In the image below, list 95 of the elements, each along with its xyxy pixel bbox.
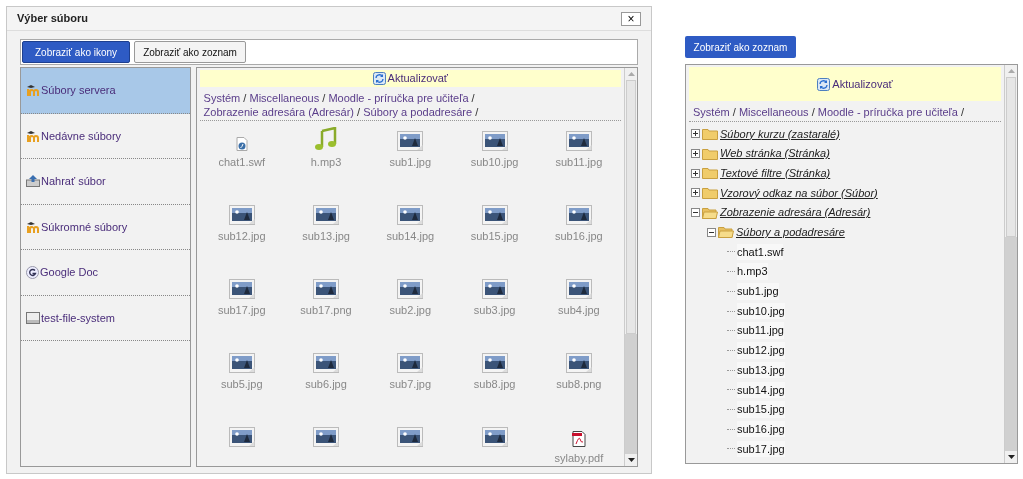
folder-icon [702,167,718,180]
image-file-icon [565,204,592,225]
sidebar-item[interactable]: test-file-system [21,295,190,341]
moodle-icon [26,84,40,97]
drive-icon [26,311,40,324]
image-file-icon [313,352,339,373]
image-file-icon [228,352,255,373]
file-item[interactable]: sub13.jpg [737,361,785,379]
file-item[interactable]: sub12.jpg [737,342,785,359]
close-button[interactable]: × [621,11,641,26]
file-item[interactable]: sub11.jpg [737,322,784,339]
folder-link[interactable]: Zobrazenie adresára (Adresár) [720,204,871,221]
image-file-icon [228,426,255,447]
image-file-icon [481,352,508,373]
music-note-icon [314,126,338,151]
breadcrumb-link[interactable]: Moodle - príručka pre učiteľa [328,91,469,104]
path-separator: / [322,91,326,104]
refresh-icon [817,77,831,91]
open-folder-icon [718,226,734,239]
moodle-icon [26,129,40,142]
file-item[interactable]: sub1.jpg [737,283,779,300]
image-file-icon [397,278,424,299]
breadcrumb-link[interactable]: Zobrazenie adresára (Adresár) [203,105,354,118]
view-button[interactable]: Zobraziť ako ikony [22,41,131,63]
file-item[interactable]: chat1.swf [737,243,784,261]
scrollbar[interactable] [624,68,637,466]
breadcrumb-link[interactable]: Moodle - príručka pre učiteľa [817,106,958,118]
flash-file-icon [235,136,248,151]
image-file-icon [313,426,339,447]
path-separator: / [811,106,815,118]
file-item[interactable]: sub10.jpg [737,302,785,320]
collapse-icon[interactable] [691,208,700,218]
breadcrumb-link[interactable]: Súbory a podadresáre [363,105,473,118]
folder-link[interactable]: Vzorový odkaz na súbor (Súbor) [720,184,878,202]
folder-icon [702,186,718,199]
breadcrumb-link[interactable]: Miscellaneous [249,91,320,104]
image-file-icon [313,204,339,225]
file-item[interactable]: sub15.jpg [737,401,785,418]
folder-link[interactable]: Web stránka (Stránka) [720,145,830,162]
image-file-icon [397,426,424,447]
file-item[interactable]: sub14.jpg [737,381,785,399]
path-separator: / [732,106,736,118]
path-separator: / [475,105,479,118]
sidebar-item[interactable]: Súbory servera [21,68,190,114]
view-as-list-button[interactable]: Zobraziť ako zoznam [685,36,796,58]
google-icon [26,265,39,279]
breadcrumb-link[interactable]: Systém [203,91,241,104]
image-file-icon [481,278,508,299]
collapse-icon[interactable] [707,227,716,237]
window-title: Výber súboru [17,11,88,27]
breadcrumb-link[interactable]: Miscellaneous [738,106,809,118]
folder-link[interactable]: Súbory kurzu (zastaralé) [720,125,840,143]
pdf-file-icon [571,430,586,447]
image-file-icon [565,352,592,373]
image-file-icon [481,130,508,151]
image-file-icon [397,352,424,373]
image-file-icon [228,204,255,225]
image-file-icon [397,204,424,225]
upload-icon [26,175,40,188]
refresh-icon [372,71,386,85]
image-file-icon [565,130,592,151]
scroll-down-icon[interactable] [627,458,635,462]
sidebar-item[interactable]: Nedávne súbory [21,113,190,159]
path-separator: / [961,106,965,118]
sidebar-item[interactable]: Google Doc [21,250,190,296]
path-separator: / [357,105,361,118]
image-file-icon [481,204,508,225]
file-item[interactable]: sub16.jpg [737,420,785,438]
path-separator: / [243,91,247,104]
breadcrumb-link[interactable]: Systém [693,106,730,118]
image-file-icon [481,426,508,447]
view-button[interactable]: Zobraziť ako zoznam [134,41,246,63]
file-item[interactable]: h.mp3 [737,263,768,280]
scroll-down-icon[interactable] [1007,455,1015,459]
image-file-icon [313,278,339,299]
folder-icon [702,127,718,140]
image-file-icon [565,278,592,299]
folder-link[interactable]: Textové filtre (Stránka) [720,164,831,182]
image-file-icon [397,130,424,151]
refresh-link[interactable]: Aktualizovať [832,75,893,93]
path-separator: / [471,91,475,104]
moodle-icon [26,220,40,233]
folder-icon [702,147,718,160]
scrollbar[interactable] [1004,65,1017,463]
open-folder-icon [702,206,718,219]
expand-icon[interactable] [691,168,700,178]
folder-link[interactable]: Súbory a podadresáre [736,224,845,241]
image-file-icon [228,278,255,299]
file-item[interactable]: sub17.jpg [737,440,785,458]
refresh-link[interactable]: Aktualizovať [387,70,448,87]
sidebar-item[interactable]: Súkromné súbory [21,204,190,250]
expand-icon[interactable] [691,129,700,139]
expand-icon[interactable] [691,149,700,159]
sidebar-item[interactable]: Nahrať súbor [21,159,190,205]
expand-icon[interactable] [691,188,700,198]
